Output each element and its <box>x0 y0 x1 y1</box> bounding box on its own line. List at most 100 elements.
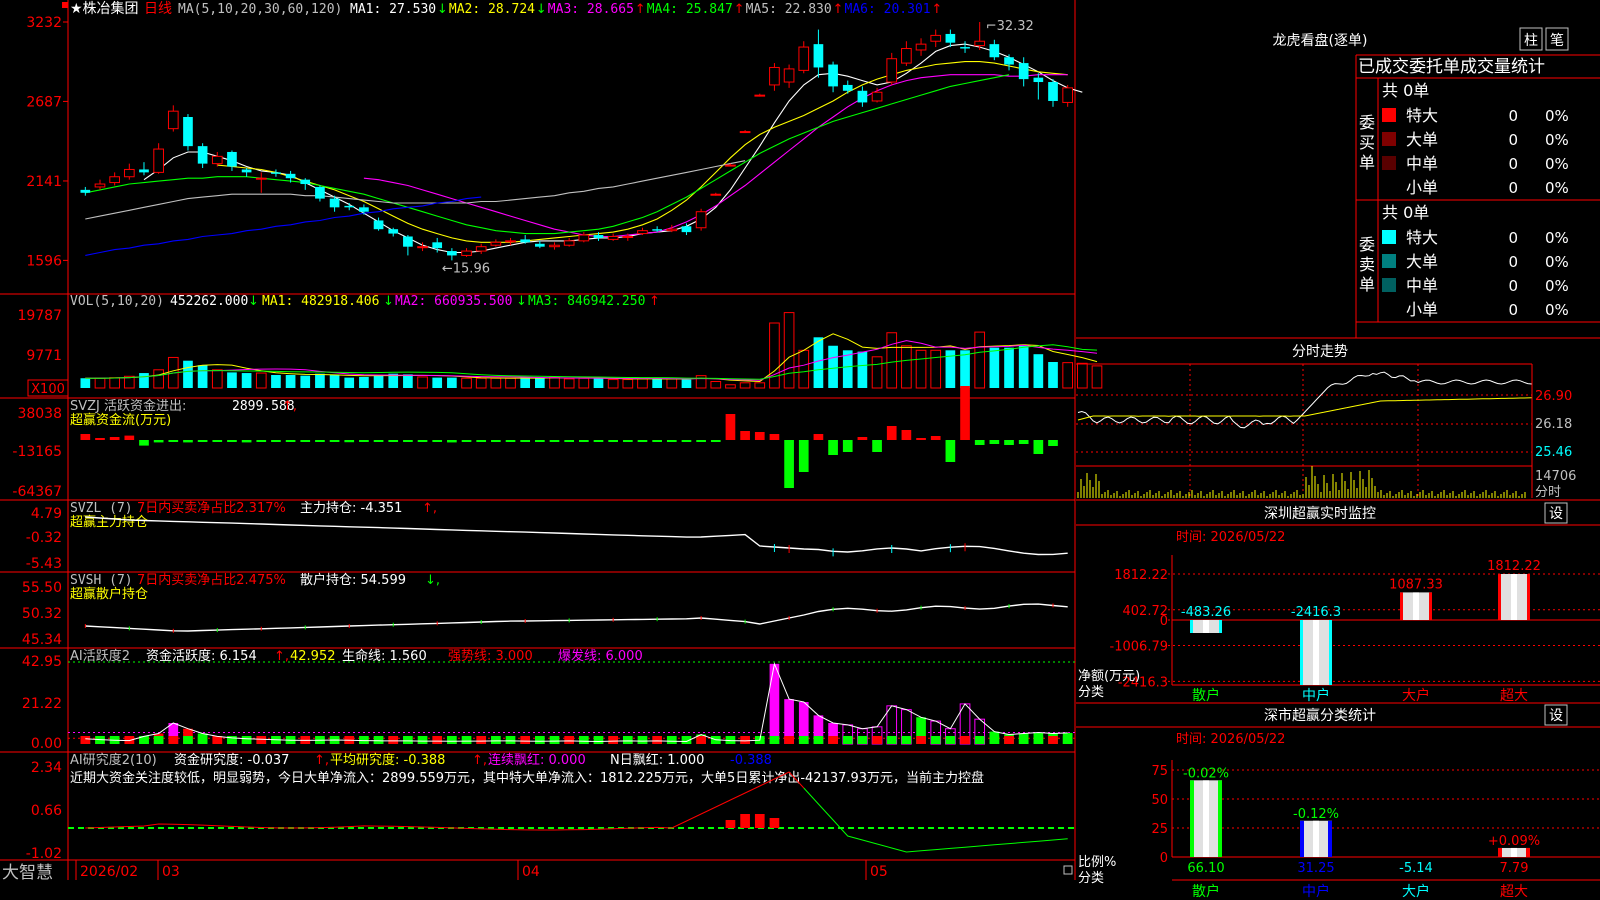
ai1-base-bar <box>813 736 824 744</box>
ai1-base-bar <box>564 736 575 744</box>
classify-bar-edge <box>1526 847 1530 857</box>
candle-body-up <box>886 58 898 83</box>
vol-bar-up <box>798 349 810 389</box>
ai1-base-bar <box>520 736 531 744</box>
candle-body-down <box>945 33 956 43</box>
ai1-base-bar <box>798 736 809 744</box>
svzj-bar <box>974 440 985 445</box>
ai1-base-bar <box>960 736 970 744</box>
candle-body-up <box>461 250 472 256</box>
candle-body-down <box>285 173 296 179</box>
svzj-bar <box>461 440 472 442</box>
candle-body-down <box>813 44 824 68</box>
stock-name: ★株冶集团 <box>70 0 139 17</box>
svzl-tick: -0.32 <box>26 530 62 546</box>
classify-tick: 25 <box>1151 822 1168 837</box>
svsh-label2: 超赢散户持仓 <box>70 586 148 602</box>
ai2-avg: 平均研究度: -0.388 <box>330 752 445 768</box>
ai1-base-bar <box>549 736 560 744</box>
vol-bar-up <box>563 378 575 389</box>
svzj-bar <box>95 438 105 440</box>
ai2-commentary: 近期大资金关注度较低，明显弱势，今日大单净流入：2899.559万元，其中特大单… <box>70 770 984 786</box>
ai1-base-bar <box>476 736 487 744</box>
svzj-bar <box>681 440 692 442</box>
vol-bar-down <box>227 372 237 388</box>
ai1-base-bar <box>769 736 780 744</box>
vol-ma1-line <box>85 333 1098 383</box>
svsh-tick: 45.34 <box>22 632 62 648</box>
row-label: 小单 <box>1406 300 1438 319</box>
candle-body-up <box>622 235 634 238</box>
intraday-avg-line <box>1077 397 1532 421</box>
vol-bar-up <box>710 381 722 389</box>
svzj-bar <box>1033 440 1044 454</box>
candle-body-down <box>139 169 149 173</box>
vol-bar-down <box>183 360 193 388</box>
svzl-title: SVZL (7) <box>70 501 133 516</box>
vol-bar-up <box>915 349 927 389</box>
ai2-tick: 0.66 <box>31 803 62 819</box>
svzj-bar <box>241 440 252 443</box>
candle-body-down <box>432 242 443 249</box>
ai1-base-bar <box>901 736 912 744</box>
vol-ma3: MA3: 846942.250 <box>528 294 645 309</box>
svzj-bar <box>256 440 267 442</box>
row-value: 0 <box>1508 277 1518 295</box>
candle-body-up <box>255 177 267 180</box>
vol-bar-up <box>109 377 120 389</box>
vol-bar-up <box>974 331 986 389</box>
main-chart-canvas[interactable]: 2026/02 03 04 05 大智慧 3232 2687 2141 1596 ★株冶集团 日线… <box>0 0 1600 900</box>
svzj-arrow: ↑, <box>282 399 297 414</box>
classify-category: 中户 <box>1302 883 1330 900</box>
date-label: 04 <box>522 864 540 880</box>
sell-side-char: 单 <box>1359 275 1375 294</box>
candle-body-down <box>241 169 252 173</box>
classify-category: 散户 <box>1192 883 1220 900</box>
ai1-base-bar <box>828 736 838 744</box>
ai1-base-bar <box>153 736 164 744</box>
svzj-bar <box>622 440 633 442</box>
vol-bar-down <box>813 337 824 388</box>
ai1-base-bar <box>197 736 208 744</box>
dragon-title: 龙虎看盘(逐单) <box>1273 32 1368 49</box>
ai1-base-bar <box>447 736 457 744</box>
ai1-base-bar <box>432 736 443 744</box>
vol-bar-down <box>520 377 531 388</box>
vol-bar-up <box>783 312 795 389</box>
vol-bar-down <box>593 378 604 388</box>
svzj-bar <box>989 440 1000 444</box>
svzj-bar <box>491 440 501 442</box>
realtime-bar-edge <box>1429 592 1432 620</box>
vol-bar-up <box>417 376 428 389</box>
svzj-bar <box>1048 440 1058 446</box>
classify-title: 深市超赢分类统计 <box>1264 707 1376 724</box>
realtime-bar-edge <box>1329 620 1332 685</box>
buy-total: 共 0单 <box>1382 81 1429 100</box>
svzl-desc: 7日内买卖净占比2.317% <box>137 500 286 516</box>
vol-arrow: ↓ <box>248 294 259 309</box>
vol-bar-up <box>886 332 898 389</box>
svzj-bar <box>359 440 369 442</box>
candle-body-up <box>123 168 135 178</box>
ai1-base-bar <box>886 736 897 744</box>
candle-body-up <box>739 131 751 134</box>
svzj-bar <box>710 440 721 442</box>
svzj-bar <box>725 414 736 440</box>
realtime-bar-label: -2416.3 <box>1291 605 1341 620</box>
row-label: 中单 <box>1406 276 1438 295</box>
svzj-tick: -64367 <box>12 484 62 500</box>
ai1-base-bar <box>608 736 618 744</box>
ai1-base-bar <box>842 736 853 744</box>
realtime-tick: 1812.22 <box>1114 568 1168 583</box>
realtime-category: 大户 <box>1402 687 1430 704</box>
svzj-bar <box>329 440 340 442</box>
svzj-bar <box>564 440 575 442</box>
svzj-bar <box>109 437 120 440</box>
vol-bar-up <box>505 377 516 389</box>
candle-body-down <box>447 251 457 256</box>
price-tick: 3232 <box>26 15 62 31</box>
svzj-bar <box>183 440 193 443</box>
ai2-last: -0.388 <box>730 753 772 768</box>
ai-research-panel: AI研究度2(10) 资金研究度: -0.037 ↑, 平均研究度: -0.388 ↑,… <box>26 752 1075 862</box>
svzj-bar <box>153 440 164 443</box>
